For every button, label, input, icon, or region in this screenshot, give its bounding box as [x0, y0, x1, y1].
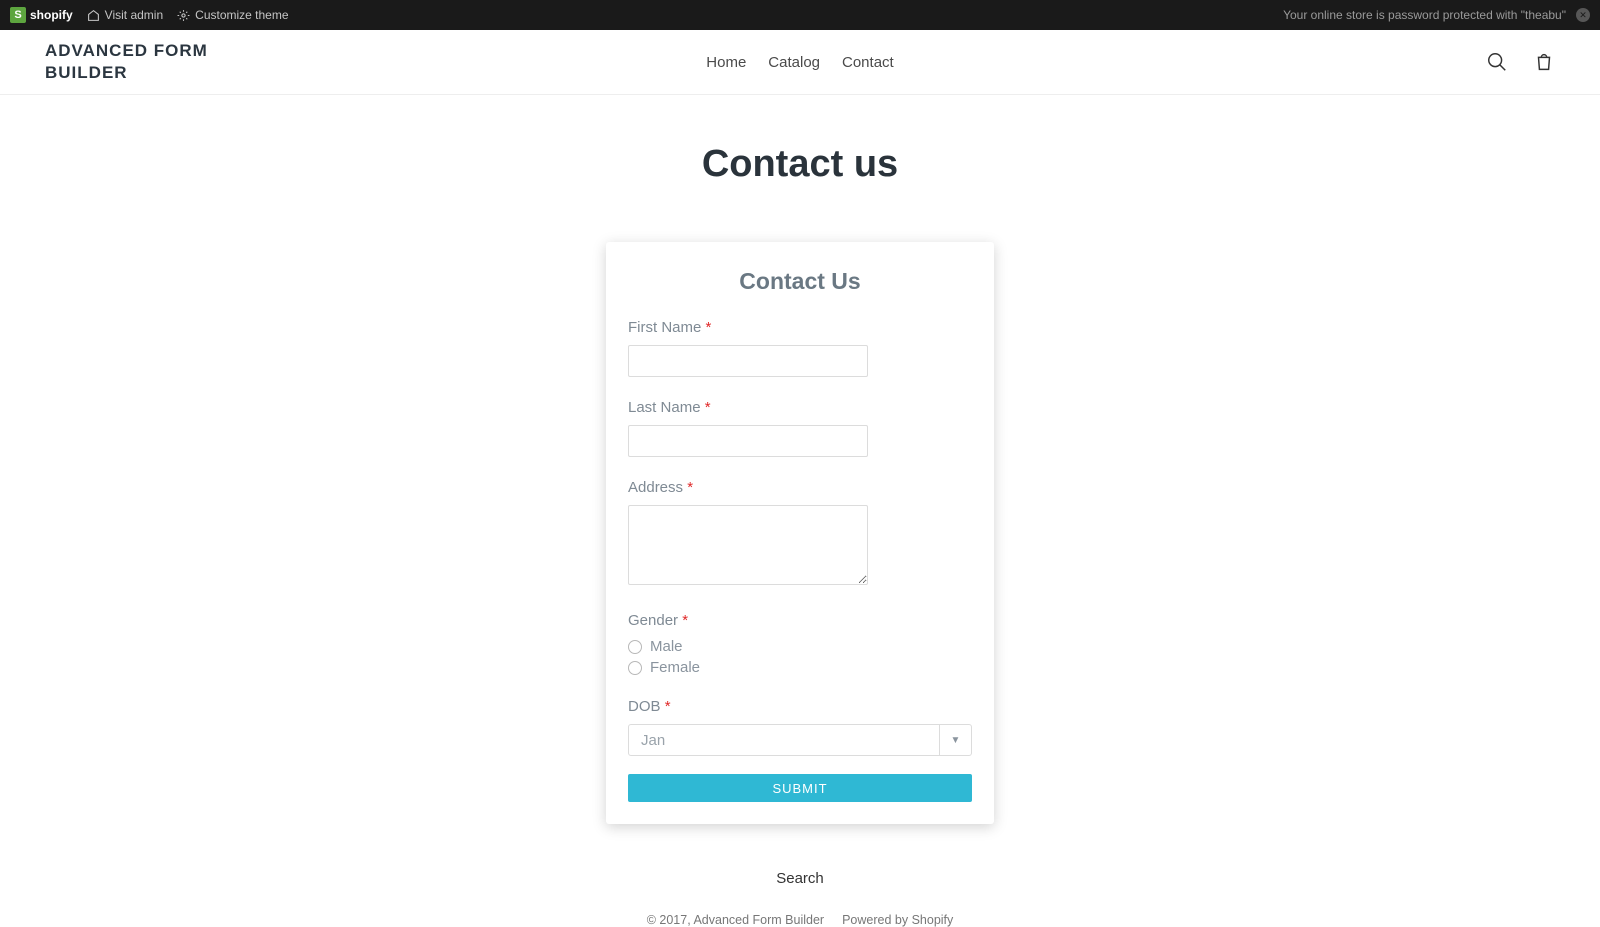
address-input[interactable]	[628, 505, 868, 585]
first-name-label: First Name *	[628, 319, 972, 336]
dob-label: DOB *	[628, 698, 972, 715]
required-asterisk: *	[705, 399, 711, 416]
home-icon	[87, 9, 100, 22]
last-name-input[interactable]	[628, 425, 868, 457]
page-title: Contact us	[0, 143, 1600, 186]
site-header: ADVANCED FORM BUILDER Home Catalog Conta…	[0, 30, 1600, 95]
last-name-group: Last Name *	[628, 399, 972, 457]
chevron-down-icon: ▼	[939, 725, 971, 755]
visit-admin-label: Visit admin	[105, 8, 163, 22]
required-asterisk: *	[706, 319, 712, 336]
cart-icon[interactable]	[1533, 51, 1555, 73]
address-label: Address *	[628, 479, 972, 496]
address-label-text: Address	[628, 479, 683, 496]
gender-male-label: Male	[650, 638, 683, 655]
shopify-bag-icon: S	[10, 7, 26, 23]
powered-by-link[interactable]: Powered by Shopify	[842, 913, 953, 927]
gender-option-male[interactable]: Male	[628, 638, 972, 655]
site-title[interactable]: ADVANCED FORM BUILDER	[45, 40, 245, 84]
header-icons	[1486, 51, 1555, 73]
radio-icon	[628, 661, 642, 675]
nav-catalog[interactable]: Catalog	[768, 54, 820, 71]
dob-group: DOB * Jan ▼	[628, 698, 972, 756]
required-asterisk: *	[687, 479, 693, 496]
customize-theme-label: Customize theme	[195, 8, 288, 22]
dob-select[interactable]: Jan ▼	[628, 724, 972, 756]
password-notice: Your online store is password protected …	[1283, 8, 1566, 22]
gender-option-female[interactable]: Female	[628, 659, 972, 676]
copyright-prefix: © 2017,	[647, 913, 694, 927]
close-icon[interactable]: ✕	[1576, 8, 1590, 22]
form-card-title: Contact Us	[628, 268, 972, 295]
visit-admin-link[interactable]: Visit admin	[87, 8, 163, 22]
admin-bar-right: Your online store is password protected …	[1283, 8, 1590, 22]
radio-icon	[628, 640, 642, 654]
first-name-input[interactable]	[628, 345, 868, 377]
required-asterisk: *	[682, 612, 688, 629]
search-icon[interactable]	[1486, 51, 1508, 73]
shopify-brand-text: shopify	[30, 8, 73, 22]
last-name-label: Last Name *	[628, 399, 972, 416]
gear-icon	[177, 9, 190, 22]
admin-bar-left: S shopify Visit admin Customize theme	[10, 7, 289, 23]
dob-select-value: Jan	[629, 732, 939, 749]
submit-button[interactable]: SUBMIT	[628, 774, 972, 802]
nav-contact[interactable]: Contact	[842, 54, 894, 71]
contact-form-card: Contact Us First Name * Last Name * Addr…	[606, 242, 994, 824]
address-group: Address *	[628, 479, 972, 590]
shopify-admin-bar: S shopify Visit admin Customize theme Yo…	[0, 0, 1600, 30]
footer-copyright: © 2017, Advanced Form Builder Powered by …	[0, 913, 1600, 927]
shopify-logo[interactable]: S shopify	[10, 7, 73, 23]
footer-search-link[interactable]: Search	[0, 870, 1600, 887]
gender-group: Gender * Male Female	[628, 612, 972, 676]
gender-label-text: Gender	[628, 612, 678, 629]
gender-female-label: Female	[650, 659, 700, 676]
required-asterisk: *	[665, 698, 671, 715]
first-name-label-text: First Name	[628, 319, 701, 336]
dob-label-text: DOB	[628, 698, 661, 715]
first-name-group: First Name *	[628, 319, 972, 377]
store-name-link[interactable]: Advanced Form Builder	[693, 913, 824, 927]
gender-label: Gender *	[628, 612, 972, 629]
last-name-label-text: Last Name	[628, 399, 701, 416]
nav-home[interactable]: Home	[706, 54, 746, 71]
main-nav: Home Catalog Contact	[706, 54, 893, 71]
customize-theme-link[interactable]: Customize theme	[177, 8, 288, 22]
